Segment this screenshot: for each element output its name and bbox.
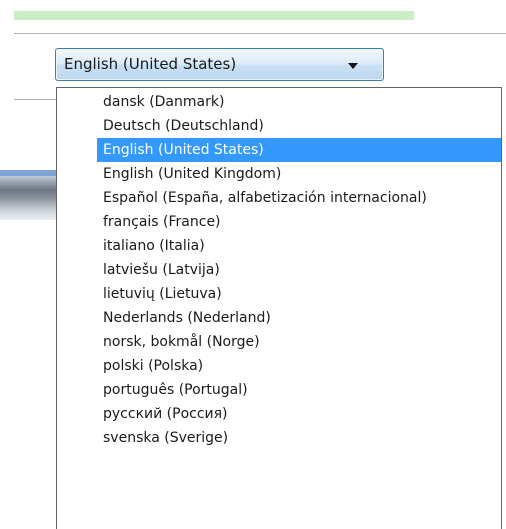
language-dropdown[interactable]: English (United States) [55,48,384,81]
divider [14,99,56,100]
divider [14,33,506,34]
language-option[interactable]: English (United Kingdom) [97,162,501,186]
language-option-selected[interactable]: English (United States) [97,138,501,162]
language-option[interactable]: latviešu (Latvija) [97,258,501,282]
language-option[interactable]: italiano (Italia) [97,234,501,258]
language-dropdown-list[interactable]: dansk (Danmark) Deutsch (Deutschland) Engl… [56,87,502,529]
language-option[interactable]: русский (Россия) [97,402,501,426]
installer-window: English (United States) dansk (Danmark) D… [0,0,506,529]
language-option[interactable]: Nederlands (Nederland) [97,306,501,330]
language-option[interactable]: polski (Polska) [97,354,501,378]
language-dropdown-value: English (United States) [64,55,237,73]
language-option[interactable]: svenska (Sverige) [97,426,501,450]
language-option[interactable]: Deutsch (Deutschland) [97,114,501,138]
background-band [0,170,56,220]
progress-bar [14,11,414,20]
language-option[interactable]: lietuvių (Lietuva) [97,282,501,306]
chevron-down-icon[interactable] [348,63,358,69]
language-option[interactable]: dansk (Danmark) [97,90,501,114]
language-option[interactable]: Español (España, alfabetización internac… [97,186,501,210]
language-option[interactable]: français (France) [97,210,501,234]
language-option[interactable]: português (Portugal) [97,378,501,402]
language-option[interactable]: norsk, bokmål (Norge) [97,330,501,354]
progress-bar-fill [14,11,414,20]
